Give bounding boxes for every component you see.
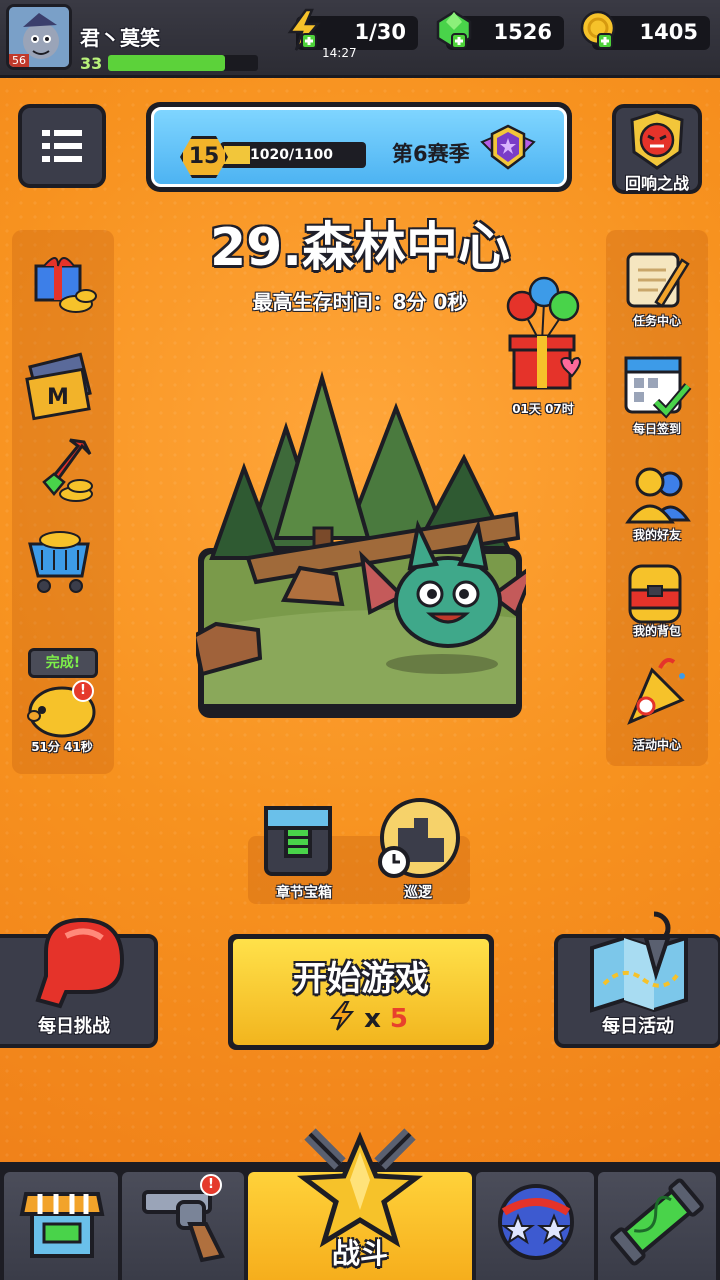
boxing-glove-icon (35, 917, 125, 1009)
demon-shield-icon (630, 110, 684, 170)
chapter-chest-label: 章节宝箱 (276, 885, 332, 901)
quest-center-label: 任务中心 (632, 314, 681, 328)
piggy-timer: 51分 41秒 (31, 740, 93, 754)
backpack-label: 我的背包 (632, 624, 681, 638)
start-game-label: 开始游戏 (293, 959, 429, 999)
menu-list-icon (42, 130, 82, 162)
tab-weapons[interactable] (122, 1172, 244, 1280)
start-game-face: 开始游戏 x 5 (233, 939, 489, 1045)
daily-event-button[interactable]: 每日活动 (554, 911, 720, 1048)
tab-evolution[interactable] (598, 1172, 716, 1280)
star-orb-icon (498, 1184, 574, 1260)
dna-capsule-icon (610, 1178, 704, 1266)
daily-event-label: 每日活动 (602, 1016, 674, 1037)
cost-prefix: x (364, 1004, 381, 1034)
tab-talents[interactable] (476, 1172, 594, 1280)
season-title: 第6赛季 (392, 142, 470, 166)
energy-value: 1/30 (354, 20, 406, 44)
patrol-icon[interactable] (374, 798, 464, 884)
revolver-icon (142, 1190, 225, 1263)
daily-checkin-label: 每日签到 (632, 422, 681, 436)
menu-button[interactable] (18, 104, 106, 188)
season-progress-bar: 1020/1100 (220, 142, 366, 168)
event-center-label: 活动中心 (632, 738, 681, 752)
calendar-icon[interactable] (616, 346, 696, 426)
chapter-chest-icon[interactable] (260, 800, 340, 880)
tab-shop[interactable] (4, 1172, 118, 1280)
player-level: 33 (80, 54, 103, 73)
map-pin-icon (590, 911, 688, 1013)
coin-icon (580, 10, 616, 49)
daily-challenge-label: 每日挑战 (38, 1016, 110, 1037)
xp-fill (108, 55, 225, 71)
lightning-icon (329, 1001, 355, 1031)
quest-scroll-icon[interactable] (616, 240, 696, 320)
season-pass-bar[interactable]: 1020/1100 15 第6赛季 (146, 102, 572, 192)
avatar-badge: 56 (9, 54, 29, 67)
season-progress-fill (224, 146, 250, 164)
player-name: 君丶莫笑 (80, 26, 160, 50)
coin-counter[interactable]: 1405 (580, 10, 710, 50)
piggy-alert-dot: ! (72, 680, 94, 702)
battle-star-icon (296, 1128, 424, 1248)
energy-counter[interactable]: 1/30 (287, 8, 418, 51)
friends-label: 我的好友 (632, 528, 681, 542)
daily-challenge-button[interactable]: 每日挑战 (0, 917, 158, 1048)
coin-value: 1405 (639, 20, 698, 44)
gem-icon (436, 10, 472, 50)
monthly-card-icon[interactable]: M (20, 346, 100, 426)
shop-cart-icon[interactable] (22, 522, 102, 602)
echo-battle-label: 回响之战 (624, 174, 689, 193)
friends-icon[interactable] (616, 454, 696, 534)
patrol-label: 巡逻 (404, 885, 432, 901)
start-game-cost: x 5 (329, 1001, 408, 1034)
shop-icon (19, 1192, 105, 1258)
season-badge-icon (480, 124, 536, 170)
cost-value: 5 (389, 1004, 408, 1034)
avatar[interactable]: 56 (6, 4, 72, 70)
lightning-icon (287, 8, 321, 51)
energy-timer: 14:27 (322, 46, 357, 60)
growth-fund-icon[interactable] (26, 432, 106, 512)
top-bar: 56 君丶莫笑 33 1/30 14:27 1526 1405 (0, 0, 720, 78)
xp-bar (108, 55, 258, 71)
backpack-icon[interactable] (616, 552, 696, 632)
party-popper-icon[interactable] (616, 652, 696, 732)
chapter-scene[interactable] (196, 368, 526, 722)
season-progress-text: 1020/1100 (250, 147, 334, 163)
tab-battle-label: 战斗 (331, 1237, 388, 1270)
gift-coins-icon[interactable] (24, 244, 104, 324)
gem-value: 1526 (493, 20, 552, 44)
svg-text:M: M (47, 385, 69, 410)
gem-counter[interactable]: 1526 (436, 10, 564, 50)
season-panel: 1020/1100 15 第6赛季 (151, 107, 567, 187)
weapons-alert-dot: ! (200, 1174, 222, 1196)
start-game-button[interactable]: 开始游戏 x 5 (228, 934, 494, 1050)
